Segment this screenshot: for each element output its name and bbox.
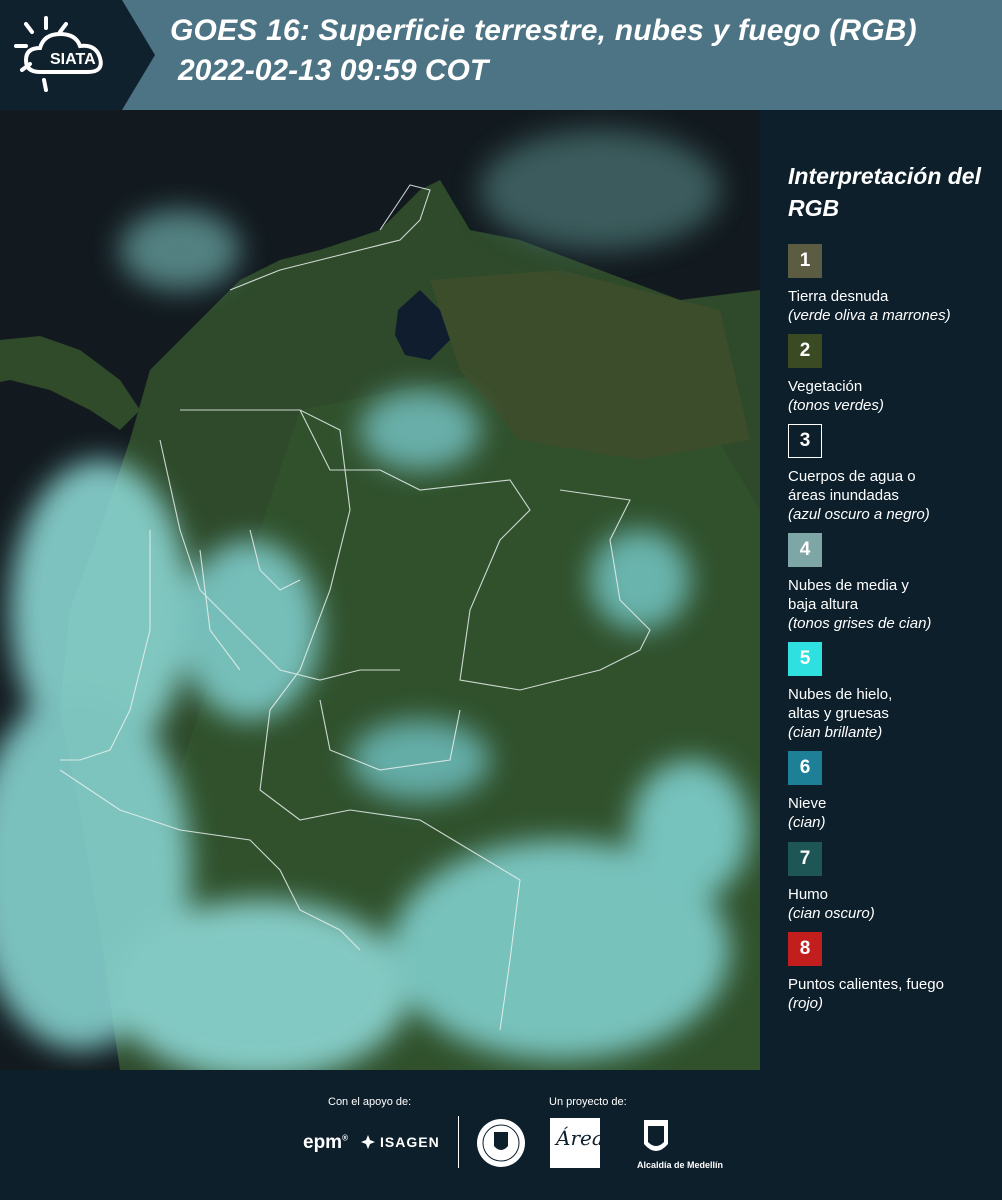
legend-sublabel: (tonos verdes): [788, 397, 884, 414]
legend-swatch: 5: [788, 642, 822, 676]
legend-swatch: 2: [788, 334, 822, 368]
timestamp: 2022-02-13 09:59 COT: [178, 54, 489, 87]
legend-swatch: 4: [788, 533, 822, 567]
legend-item-smoke: 7 Humo (cian oscuro): [788, 842, 998, 923]
project-label: Un proyecto de:: [549, 1096, 627, 1108]
legend-label: Cuerpos de agua o áreas inundadas: [788, 468, 916, 504]
legend-sublabel: (cian): [788, 814, 826, 831]
medellin-seal-icon[interactable]: [476, 1118, 526, 1168]
area-metropolitana-text: Área: [556, 1126, 604, 1150]
isagen-logo[interactable]: ISAGEN: [360, 1134, 440, 1150]
legend-sublabel: (verde oliva a marrones): [788, 307, 951, 324]
satellite-map[interactable]: [0, 110, 760, 1070]
legend-title: Interpretación del RGB: [788, 163, 981, 221]
legend-item-water: 3 Cuerpos de agua o áreas inundadas (azu…: [788, 424, 998, 524]
legend-sublabel: (tonos grises de cian): [788, 615, 932, 632]
header-bar: SIATA GOES 16: Superficie terrestre, nub…: [0, 0, 1002, 110]
legend-label: Humo: [788, 886, 829, 903]
legend-label: Vegetación: [788, 378, 863, 395]
legend-swatch: 3: [788, 424, 822, 458]
legend-swatch: 1: [788, 244, 822, 278]
legend-sublabel: (azul oscuro a negro): [788, 506, 930, 523]
legend-swatch: 6: [788, 751, 822, 785]
legend-item-bare-soil: 1 Tierra desnuda (verde oliva a marrones…: [788, 244, 998, 325]
legend-sublabel: (cian brillante): [788, 724, 883, 741]
isagen-icon: [361, 1135, 375, 1149]
legend-label: Nieve: [788, 795, 827, 812]
siata-logo[interactable]: SIATA: [0, 0, 155, 110]
legend-label: Puntos calientes, fuego: [788, 976, 944, 993]
footer: Con el apoyo de: Un proyecto de: epm® IS…: [0, 1070, 1002, 1200]
legend-item-vegetation: 2 Vegetación (tonos verdes): [788, 334, 998, 415]
legend-item-ice-clouds: 5 Nubes de hielo, altas y gruesas (cian …: [788, 642, 998, 742]
page-title: GOES 16: Superficie terrestre, nubes y f…: [170, 14, 917, 47]
epm-logo[interactable]: epm®: [303, 1132, 348, 1154]
legend-item-mid-low-clouds: 4 Nubes de media y baja altura (tonos gr…: [788, 533, 998, 633]
alcaldia-label: Alcaldía de Medellín: [637, 1160, 724, 1170]
legend-swatch: 7: [788, 842, 822, 876]
legend-label: Tierra desnuda: [788, 288, 889, 305]
legend-sublabel: (rojo): [788, 995, 824, 1012]
alcaldia-shield-icon[interactable]: [642, 1118, 670, 1158]
footer-divider: [458, 1116, 459, 1168]
legend-swatch: 8: [788, 932, 822, 966]
legend-label: Nubes de media y baja altura: [788, 577, 909, 613]
legend-label: Nubes de hielo, altas y gruesas: [788, 686, 893, 722]
legend-sublabel: (cian oscuro): [788, 905, 875, 922]
legend-item-snow: 6 Nieve (cian): [788, 751, 998, 832]
support-label: Con el apoyo de:: [328, 1096, 412, 1108]
svg-text:SIATA: SIATA: [50, 51, 96, 68]
legend-item-fire: 8 Puntos calientes, fuego (rojo): [788, 932, 998, 1013]
legend-panel: Interpretación del RGB 1 Tierra desnuda …: [760, 110, 1002, 1070]
